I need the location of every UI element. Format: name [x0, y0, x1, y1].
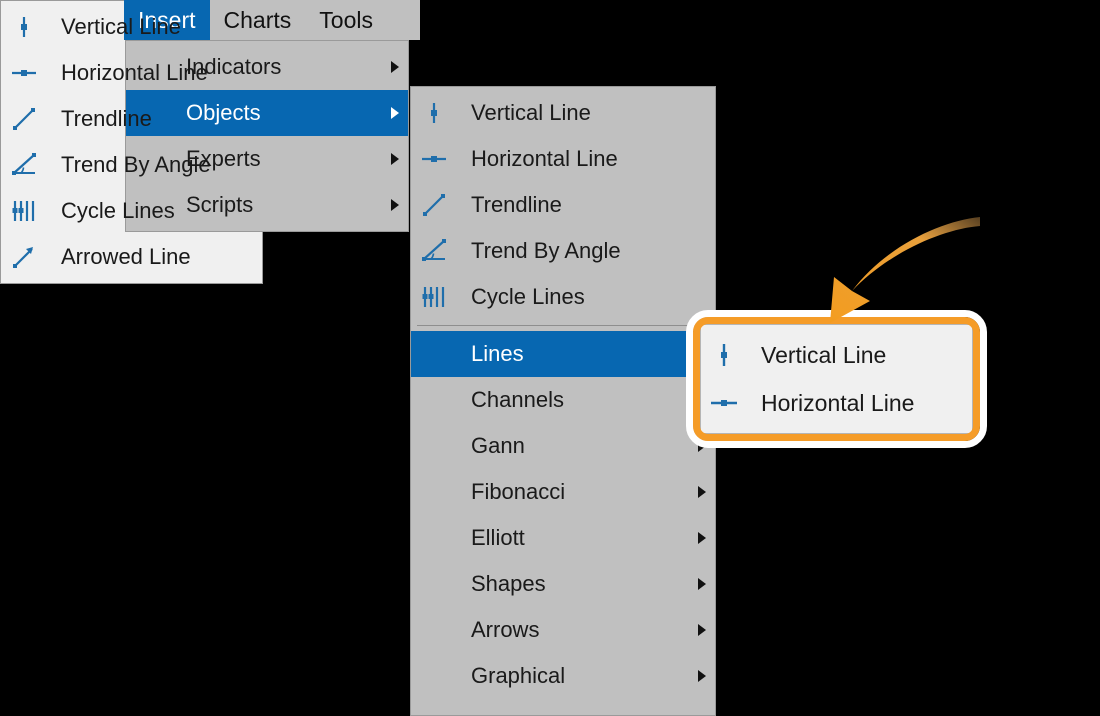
- menu-item-label: Trendline: [471, 192, 562, 217]
- submenu-item-trendline[interactable]: Trendline: [1, 96, 262, 142]
- submenu-item-label: Trend By Angle: [61, 152, 211, 177]
- curved-arrow-annotation: [830, 217, 980, 323]
- menu-item-label: Horizontal Line: [471, 146, 618, 171]
- menu-item-label: Channels: [471, 387, 564, 412]
- menu-item-graphical[interactable]: Graphical: [411, 653, 715, 699]
- chevron-right-icon: [689, 578, 715, 590]
- menu-item-shapes[interactable]: Shapes: [411, 561, 715, 607]
- menubar-item-tools[interactable]: Tools: [305, 0, 387, 40]
- trend-by-angle-icon: [411, 228, 457, 274]
- submenu-item-label: Horizontal Line: [61, 60, 208, 85]
- vertical-line-icon: [1, 4, 47, 50]
- cycle-lines-icon: [411, 274, 457, 320]
- menu-item-channels[interactable]: Channels: [411, 377, 715, 423]
- submenu-item-trend-by-angle[interactable]: Trend By Angle: [1, 142, 262, 188]
- submenu-item-vertical-line[interactable]: Vertical Line: [1, 4, 262, 50]
- cycle-lines-icon: [1, 188, 47, 234]
- menu-item-fibonacci[interactable]: Fibonacci: [411, 469, 715, 515]
- menu-item-label: Arrows: [471, 617, 540, 642]
- menu-item-label: Graphical: [471, 663, 566, 688]
- chevron-right-icon: [689, 440, 715, 452]
- menu-item-trendline[interactable]: Trendline: [411, 182, 715, 228]
- submenu-item-label: Cycle Lines: [61, 198, 175, 223]
- menu-item-label: Trend By Angle: [471, 238, 621, 263]
- callout-content: Vertical Line Horizontal Line: [700, 324, 973, 434]
- menu-item-label: Fibonacci: [471, 479, 566, 504]
- menu-separator: [417, 325, 709, 326]
- vertical-line-icon: [411, 90, 457, 136]
- menu-item-vertical-line[interactable]: Vertical Line: [411, 90, 715, 136]
- chevron-right-icon: [689, 532, 715, 544]
- objects-dropdown-menu: Vertical Line Horizontal Line Trendline: [410, 86, 716, 716]
- submenu-item-cycle-lines[interactable]: Cycle Lines: [1, 188, 262, 234]
- menu-item-trend-by-angle[interactable]: Trend By Angle: [411, 228, 715, 274]
- chevron-right-icon: [689, 670, 715, 682]
- menu-item-gann[interactable]: Gann: [411, 423, 715, 469]
- vertical-line-icon: [701, 332, 747, 378]
- trend-by-angle-icon: [1, 142, 47, 188]
- submenu-item-arrowed-line[interactable]: Arrowed Line: [1, 234, 262, 280]
- trendline-icon: [1, 96, 47, 142]
- menu-item-label: Elliott: [471, 525, 525, 550]
- horizontal-line-icon: [1, 50, 47, 96]
- menubar-item-label: Tools: [319, 6, 373, 33]
- arrowed-line-icon: [1, 234, 47, 280]
- chevron-right-icon: [382, 107, 408, 119]
- callout-item-horizontal-line[interactable]: Horizontal Line: [701, 379, 972, 427]
- submenu-item-label: Arrowed Line: [61, 244, 191, 269]
- chevron-right-icon: [382, 199, 408, 211]
- menu-item-label: Shapes: [471, 571, 546, 596]
- horizontal-line-icon: [701, 380, 747, 426]
- menu-item-cycle-lines[interactable]: Cycle Lines: [411, 274, 715, 320]
- menu-item-horizontal-line[interactable]: Horizontal Line: [411, 136, 715, 182]
- callout-item-vertical-line[interactable]: Vertical Line: [701, 331, 972, 379]
- menu-item-label: Cycle Lines: [471, 284, 585, 309]
- lines-submenu: Vertical Line Horizontal Line Trendline: [0, 0, 263, 284]
- chevron-right-icon: [382, 153, 408, 165]
- chevron-right-icon: [689, 486, 715, 498]
- chevron-right-icon: [689, 624, 715, 636]
- menu-item-arrows[interactable]: Arrows: [411, 607, 715, 653]
- callout-item-label: Horizontal Line: [761, 389, 915, 416]
- menu-item-label: Lines: [471, 341, 524, 366]
- trendline-icon: [411, 182, 457, 228]
- horizontal-line-icon: [411, 136, 457, 182]
- submenu-item-label: Trendline: [61, 106, 152, 131]
- submenu-item-label: Vertical Line: [61, 14, 181, 39]
- menu-item-lines[interactable]: Lines: [411, 331, 715, 377]
- chevron-right-icon: [382, 61, 408, 73]
- menu-item-label: Gann: [471, 433, 525, 458]
- submenu-item-horizontal-line[interactable]: Horizontal Line: [1, 50, 262, 96]
- menu-item-elliott[interactable]: Elliott: [411, 515, 715, 561]
- menu-item-label: Vertical Line: [471, 100, 591, 125]
- callout-item-label: Vertical Line: [761, 341, 887, 368]
